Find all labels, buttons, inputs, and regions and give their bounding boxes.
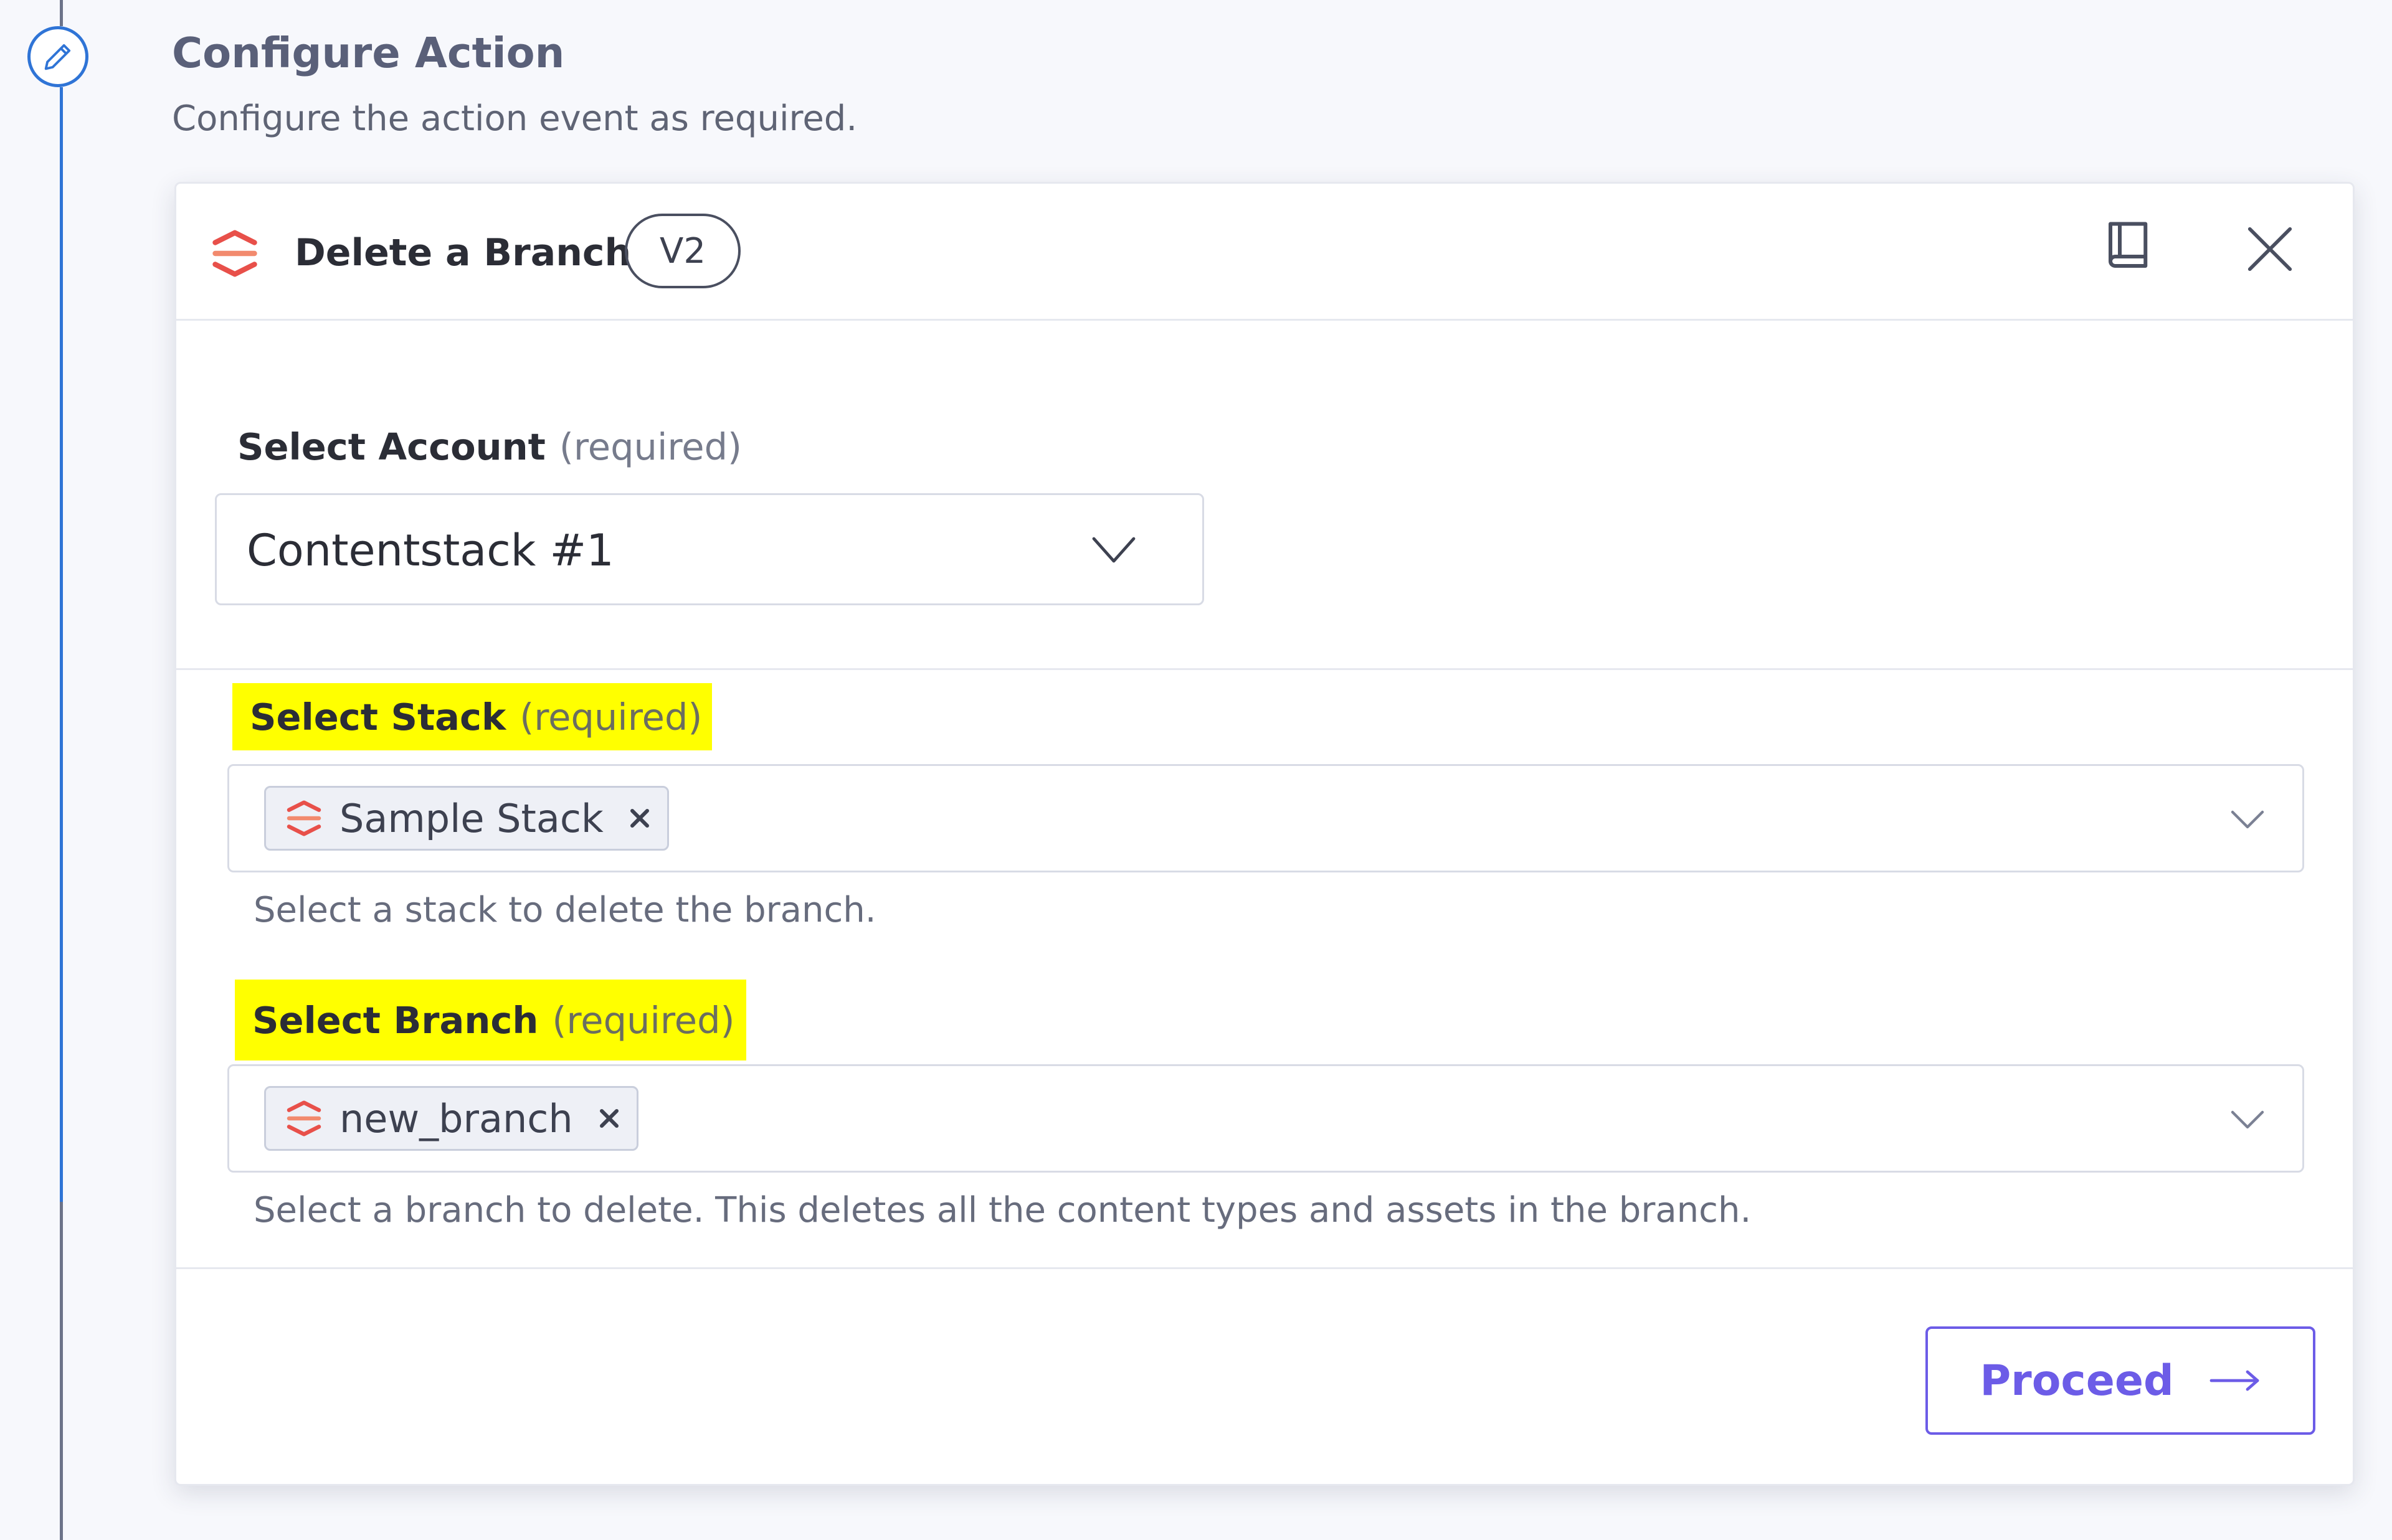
branch-required-text: (required) <box>552 998 735 1042</box>
selected-branch-chip: new_branch <box>264 1086 638 1151</box>
book-icon[interactable] <box>2101 216 2157 278</box>
branch-label-text: Select Branch <box>252 998 539 1042</box>
pencil-icon[interactable] <box>27 26 88 87</box>
proceed-button-label: Proceed <box>1980 1356 2174 1405</box>
stack-label-text: Select Stack <box>250 695 506 739</box>
account-select[interactable]: Contentstack #1 <box>215 493 1204 605</box>
card-header: Delete a Branch V2 <box>176 184 2353 321</box>
account-select-value: Contentstack #1 <box>247 525 614 576</box>
section-divider <box>176 668 2353 670</box>
branch-helper-text: Select a branch to delete. This deletes … <box>254 1190 1752 1231</box>
footer-divider <box>176 1267 2353 1269</box>
contentstack-logo-icon <box>287 800 321 836</box>
chevron-down-icon <box>1092 537 1136 563</box>
remove-chip-icon[interactable] <box>597 1106 622 1131</box>
timeline-line-bottom <box>60 1202 63 1540</box>
selected-stack-text: Sample Stack <box>339 795 604 841</box>
account-label-text: Select Account <box>237 425 546 468</box>
action-name: Delete a Branch <box>295 231 632 275</box>
account-required-text: (required) <box>559 425 743 468</box>
contentstack-logo-icon <box>212 230 257 277</box>
action-card: Delete a Branch V2 Select Account (requir… <box>174 182 2355 1486</box>
contentstack-logo-icon <box>287 1100 321 1136</box>
branch-field-label: Select Branch (required) <box>235 980 746 1061</box>
proceed-button[interactable]: Proceed <box>1925 1326 2315 1435</box>
account-field-label: Select Account (required) <box>237 425 742 468</box>
configure-action-screen: Configure Action Configure the action ev… <box>0 0 2392 1540</box>
remove-chip-icon[interactable] <box>627 806 652 831</box>
stack-required-text: (required) <box>520 695 703 739</box>
branch-select[interactable]: new_branch <box>227 1064 2304 1173</box>
stack-field-label: Select Stack (required) <box>232 683 713 750</box>
arrow-right-icon <box>2209 1370 2259 1391</box>
chevron-down-icon <box>2231 1110 2264 1129</box>
close-icon[interactable] <box>2243 222 2297 276</box>
stack-helper-text: Select a stack to delete the branch. <box>254 890 876 930</box>
version-badge: V2 <box>625 214 741 288</box>
selected-branch-text: new_branch <box>339 1095 573 1141</box>
selected-stack-chip: Sample Stack <box>264 786 669 851</box>
timeline-line-top <box>60 0 63 26</box>
section-title: Configure Action <box>172 29 565 77</box>
stack-select[interactable]: Sample Stack <box>227 764 2304 872</box>
chevron-down-icon <box>2231 810 2264 829</box>
timeline-line-active <box>60 87 63 1202</box>
section-subtitle: Configure the action event as required. <box>172 98 858 139</box>
